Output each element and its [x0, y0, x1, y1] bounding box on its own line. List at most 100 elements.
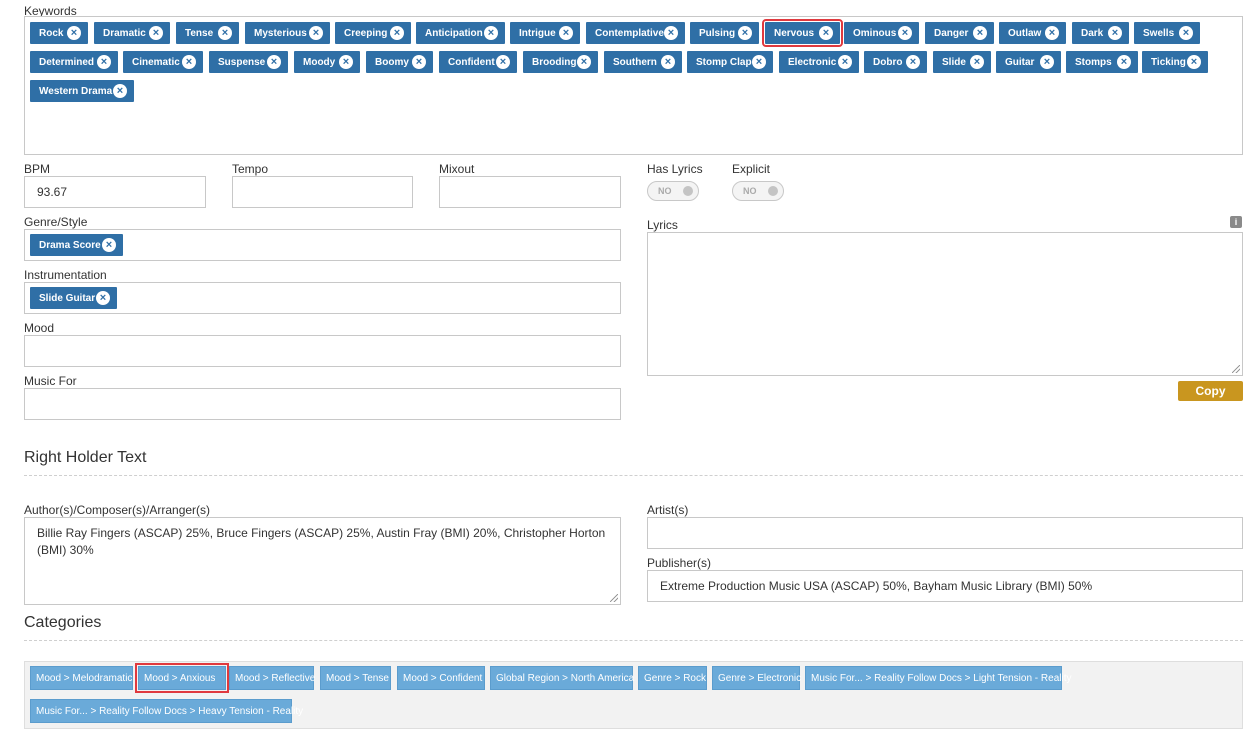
- keyword-tag[interactable]: Mysterious ×: [245, 22, 330, 44]
- info-icon[interactable]: i: [1230, 216, 1242, 228]
- tempo-input[interactable]: [232, 176, 413, 208]
- keyword-tag[interactable]: Ticking ×: [1142, 51, 1208, 73]
- keyword-label: Stomps: [1075, 56, 1112, 68]
- close-circle-icon[interactable]: ×: [218, 26, 232, 40]
- keyword-tag[interactable]: Determined ×: [30, 51, 118, 73]
- keyword-tag[interactable]: Western Drama ×: [30, 80, 134, 102]
- lyrics-textarea[interactable]: [647, 232, 1243, 376]
- keyword-tag[interactable]: Southern ×: [604, 51, 682, 73]
- close-circle-icon[interactable]: ×: [973, 26, 987, 40]
- category-chip[interactable]: Global Region > North America: [490, 666, 634, 690]
- category-chip[interactable]: Mood > Tense: [320, 666, 391, 690]
- close-circle-icon[interactable]: ×: [1179, 26, 1193, 40]
- close-circle-icon[interactable]: ×: [559, 26, 573, 40]
- keyword-tag[interactable]: Ominous ×: [844, 22, 919, 44]
- keyword-tag[interactable]: Electronic ×: [779, 51, 859, 73]
- music-for-field[interactable]: [24, 388, 621, 420]
- artists-label: Artist(s): [647, 503, 689, 517]
- close-circle-icon[interactable]: ×: [67, 26, 81, 40]
- resize-handle-icon[interactable]: [1232, 365, 1240, 373]
- mood-field[interactable]: [24, 335, 621, 367]
- keyword-tag[interactable]: Stomp Clap ×: [687, 51, 773, 73]
- artists-input[interactable]: [647, 517, 1243, 549]
- close-circle-icon[interactable]: ×: [898, 26, 912, 40]
- keyword-tag[interactable]: Dramatic ×: [94, 22, 170, 44]
- category-chip[interactable]: Genre > Rock: [638, 666, 707, 690]
- keyword-tag[interactable]: Anticipation ×: [416, 22, 505, 44]
- category-chip[interactable]: Mood > Melodramatic: [30, 666, 133, 690]
- close-circle-icon[interactable]: ×: [496, 55, 510, 69]
- keyword-tag[interactable]: Boomy ×: [366, 51, 433, 73]
- explicit-toggle[interactable]: NO: [732, 181, 784, 201]
- keyword-tag[interactable]: Slide ×: [933, 51, 991, 73]
- close-circle-icon[interactable]: ×: [661, 55, 675, 69]
- keyword-tag[interactable]: Stomps ×: [1066, 51, 1138, 73]
- close-circle-icon[interactable]: ×: [1040, 55, 1054, 69]
- resize-handle-icon[interactable]: [610, 594, 618, 602]
- category-chip[interactable]: Music For... > Reality Follow Docs > Lig…: [805, 666, 1071, 690]
- bpm-input[interactable]: 93.67: [24, 176, 206, 208]
- category-chip-highlighted[interactable]: Mood > Anxious: [135, 663, 229, 693]
- authors-textarea[interactable]: Billie Ray Fingers (ASCAP) 25%, Bruce Fi…: [24, 517, 621, 605]
- category-chip[interactable]: Music For... > Reality Follow Docs > Hea…: [30, 699, 303, 723]
- keyword-tag-highlighted[interactable]: Nervous ×: [762, 19, 843, 47]
- close-circle-icon[interactable]: ×: [182, 55, 196, 69]
- keyword-tag[interactable]: Swells ×: [1134, 22, 1200, 44]
- close-circle-icon[interactable]: ×: [309, 26, 323, 40]
- keyword-tag[interactable]: Pulsing ×: [690, 22, 759, 44]
- publishers-input[interactable]: Extreme Production Music USA (ASCAP) 50%…: [647, 570, 1243, 602]
- keyword-label: Nervous: [774, 27, 815, 39]
- keyword-tag[interactable]: Intrigue ×: [510, 22, 580, 44]
- close-circle-icon[interactable]: ×: [97, 55, 111, 69]
- close-circle-icon[interactable]: ×: [96, 291, 110, 305]
- category-chip[interactable]: Mood > Confident: [397, 666, 485, 690]
- close-circle-icon[interactable]: ×: [970, 55, 984, 69]
- close-circle-icon[interactable]: ×: [102, 238, 116, 252]
- close-circle-icon[interactable]: ×: [1045, 26, 1059, 40]
- keyword-tag[interactable]: Guitar ×: [996, 51, 1061, 73]
- keyword-label: Contemplative: [595, 27, 664, 39]
- close-circle-icon[interactable]: ×: [412, 55, 426, 69]
- close-circle-icon[interactable]: ×: [906, 55, 920, 69]
- close-circle-icon[interactable]: ×: [1117, 55, 1131, 69]
- copy-button[interactable]: Copy: [1178, 381, 1243, 401]
- close-circle-icon[interactable]: ×: [838, 55, 852, 69]
- close-circle-icon[interactable]: ×: [390, 26, 404, 40]
- close-circle-icon[interactable]: ×: [149, 26, 163, 40]
- close-circle-icon[interactable]: ×: [267, 55, 281, 69]
- keyword-label: Cinematic: [132, 56, 180, 68]
- keyword-tag[interactable]: Rock ×: [30, 22, 88, 44]
- close-circle-icon[interactable]: ×: [752, 55, 766, 69]
- keyword-tag[interactable]: Suspense ×: [209, 51, 288, 73]
- category-chip[interactable]: Genre > Electronic: [712, 666, 801, 690]
- keyword-tag[interactable]: Creeping ×: [335, 22, 411, 44]
- close-circle-icon[interactable]: ×: [664, 26, 678, 40]
- close-circle-icon[interactable]: ×: [819, 26, 833, 40]
- keyword-tag[interactable]: Danger ×: [925, 22, 994, 44]
- close-circle-icon[interactable]: ×: [484, 26, 498, 40]
- close-circle-icon[interactable]: ×: [339, 55, 353, 69]
- keyword-tag[interactable]: Cinematic ×: [123, 51, 203, 73]
- keyword-tag[interactable]: Brooding ×: [523, 51, 598, 73]
- explicit-state: NO: [743, 186, 757, 196]
- keyword-tag[interactable]: Tense ×: [176, 22, 239, 44]
- has-lyrics-toggle[interactable]: NO: [647, 181, 699, 201]
- close-circle-icon[interactable]: ×: [1187, 55, 1201, 69]
- category-chip[interactable]: Mood > Reflective: [229, 666, 315, 690]
- mixout-input[interactable]: [439, 176, 621, 208]
- tempo-label: Tempo: [232, 162, 269, 176]
- instrumentation-tag[interactable]: Slide Guitar ×: [30, 287, 117, 309]
- close-circle-icon[interactable]: ×: [113, 84, 127, 98]
- genre-tag[interactable]: Drama Score ×: [30, 234, 123, 256]
- keyword-tag[interactable]: Dobro ×: [864, 51, 927, 73]
- keyword-tag[interactable]: Contemplative ×: [586, 22, 685, 44]
- close-circle-icon[interactable]: ×: [1108, 26, 1122, 40]
- keyword-tag[interactable]: Outlaw ×: [999, 22, 1066, 44]
- keyword-tag[interactable]: Moody ×: [294, 51, 360, 73]
- keyword-tag[interactable]: Confident ×: [439, 51, 517, 73]
- lyrics-label: Lyrics: [647, 218, 678, 232]
- close-circle-icon[interactable]: ×: [738, 26, 752, 40]
- close-circle-icon[interactable]: ×: [577, 55, 591, 69]
- publishers-value: Extreme Production Music USA (ASCAP) 50%…: [660, 579, 1093, 593]
- keyword-tag[interactable]: Dark ×: [1072, 22, 1129, 44]
